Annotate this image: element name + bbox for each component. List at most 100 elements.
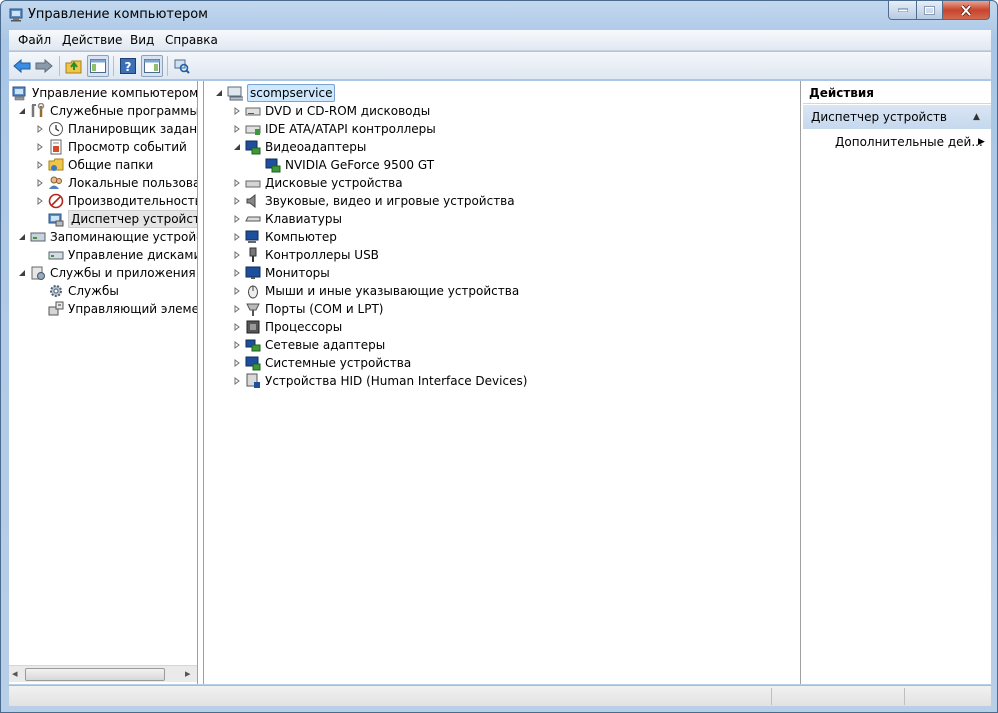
close-button[interactable] xyxy=(942,1,990,20)
menu-action[interactable]: Действие xyxy=(62,33,122,47)
tree-item-performance[interactable]: Производительность xyxy=(35,192,197,210)
minimize-button[interactable] xyxy=(888,1,917,20)
device-item-nvidia[interactable]: NVIDIA GeForce 9500 GT xyxy=(252,156,434,174)
device-category-network[interactable]: Сетевые адаптеры xyxy=(232,336,385,354)
tree-group-services-apps[interactable]: Службы и приложения xyxy=(17,264,196,282)
forward-arrow-icon[interactable] xyxy=(33,55,55,77)
device-host[interactable]: scompservice xyxy=(214,84,336,102)
collapse-arrow-icon[interactable] xyxy=(232,304,242,314)
display-adapter-icon xyxy=(265,157,281,173)
toolbar-separator xyxy=(113,56,114,76)
device-scan-icon[interactable] xyxy=(171,55,193,77)
collapse-arrow-icon[interactable] xyxy=(35,178,45,188)
tree-item-task-scheduler[interactable]: Планировщик заданий xyxy=(35,120,197,138)
device-category-ide[interactable]: IDE ATA/ATAPI контроллеры xyxy=(232,120,436,138)
device-category-label: Дисковые устройства xyxy=(265,176,403,190)
device-category-label: Порты (COM и LPT) xyxy=(265,302,384,316)
horizontal-scrollbar[interactable]: ◂ ▸ xyxy=(9,665,197,682)
tree-item-label: Управление дисками xyxy=(68,248,198,262)
wmi-control-icon xyxy=(48,301,64,317)
back-arrow-icon[interactable] xyxy=(11,55,33,77)
collapse-arrow-icon[interactable] xyxy=(232,286,242,296)
users-icon xyxy=(48,175,64,191)
device-category-sound[interactable]: Звуковые, видео и игровые устройства xyxy=(232,192,515,210)
collapse-arrow-icon[interactable] xyxy=(232,106,242,116)
tree-group-label: Запоминающие устройст xyxy=(50,230,198,244)
expand-arrow-icon[interactable] xyxy=(17,268,27,278)
collapse-arrow-icon[interactable] xyxy=(232,124,242,134)
computer-icon xyxy=(227,85,243,101)
tools-icon xyxy=(30,103,46,119)
scroll-left-icon[interactable]: ◂ xyxy=(12,667,18,680)
device-item-label: NVIDIA GeForce 9500 GT xyxy=(285,158,435,172)
tree-group-storage[interactable]: Запоминающие устройст xyxy=(17,228,198,246)
collapse-arrow-icon[interactable] xyxy=(232,376,242,386)
device-category-usb[interactable]: Контроллеры USB xyxy=(232,246,379,264)
menu-view[interactable]: Вид xyxy=(130,33,154,47)
device-category-label: DVD и CD-ROM дисководы xyxy=(265,104,431,118)
tree-item-device-manager[interactable]: Диспетчер устройств xyxy=(35,210,197,228)
collapse-arrow-icon[interactable] xyxy=(35,142,45,152)
tree-item-wmi-control[interactable]: Управляющий элемен xyxy=(35,300,197,318)
clock-icon xyxy=(48,121,64,137)
device-category-video[interactable]: Видеоадаптеры xyxy=(232,138,366,156)
device-category-hid[interactable]: Устройства HID (Human Interface Devices) xyxy=(232,372,527,390)
title-bar[interactable]: Управление компьютером xyxy=(1,1,997,29)
collapse-arrow-icon[interactable] xyxy=(232,322,242,332)
collapse-arrow-icon[interactable] xyxy=(232,232,242,242)
actions-section-device-manager[interactable]: Диспетчер устройств ▲ xyxy=(803,105,991,129)
device-category-ports[interactable]: Порты (COM и LPT) xyxy=(232,300,383,318)
device-category-system[interactable]: Системные устройства xyxy=(232,354,411,372)
expand-arrow-icon[interactable] xyxy=(17,232,27,242)
submenu-arrow-icon: ▶ xyxy=(978,137,985,147)
device-category-mice[interactable]: Мыши и иные указывающие устройства xyxy=(232,282,519,300)
performance-icon xyxy=(48,193,64,209)
tree-item-local-users[interactable]: Локальные пользовате xyxy=(35,174,197,192)
collapse-arrow-icon[interactable] xyxy=(35,196,45,206)
hid-icon xyxy=(245,373,261,389)
expand-arrow-icon[interactable] xyxy=(232,142,242,152)
tree-item-services[interactable]: Службы xyxy=(35,282,119,300)
navigation-tree[interactable]: Управление компьютером (л Служебные прог… xyxy=(9,81,198,684)
device-category-processors[interactable]: Процессоры xyxy=(232,318,342,336)
device-category-monitors[interactable]: Мониторы xyxy=(232,264,330,282)
collapse-arrow-icon[interactable] xyxy=(232,250,242,260)
menu-file[interactable]: Файл xyxy=(18,33,51,47)
event-log-icon xyxy=(48,139,64,155)
collapse-arrow-icon[interactable] xyxy=(35,160,45,170)
tree-item-shared-folders[interactable]: Общие папки xyxy=(35,156,153,174)
folder-up-icon[interactable] xyxy=(63,55,85,77)
collapse-arrow-icon[interactable] xyxy=(232,340,242,350)
tree-root[interactable]: Управление компьютером (л xyxy=(12,84,197,102)
collapse-up-icon[interactable]: ▲ xyxy=(973,105,980,129)
collapse-arrow-icon[interactable] xyxy=(232,358,242,368)
status-separator xyxy=(771,688,772,705)
processor-icon xyxy=(245,319,261,335)
more-actions-item[interactable]: Дополнительные дей... ▶ xyxy=(835,133,985,151)
collapse-arrow-icon[interactable] xyxy=(232,268,242,278)
tree-group-system-tools[interactable]: Служебные программы xyxy=(17,102,197,120)
scrollbar-thumb[interactable] xyxy=(25,668,165,681)
device-host-label: scompservice xyxy=(247,84,336,102)
menu-bar: Файл Действие Вид Справка xyxy=(9,30,991,51)
show-hide-tree-icon[interactable] xyxy=(87,55,109,77)
tree-item-disk-management[interactable]: Управление дисками xyxy=(35,246,198,264)
collapse-arrow-icon[interactable] xyxy=(232,214,242,224)
maximize-button[interactable] xyxy=(916,1,943,20)
collapse-arrow-icon[interactable] xyxy=(232,178,242,188)
expand-arrow-icon[interactable] xyxy=(17,106,27,116)
device-category-disks[interactable]: Дисковые устройства xyxy=(232,174,403,192)
device-category-keyboards[interactable]: Клавиатуры xyxy=(232,210,342,228)
collapse-arrow-icon[interactable] xyxy=(232,196,242,206)
tree-item-event-viewer[interactable]: Просмотр событий xyxy=(35,138,187,156)
device-category-computer[interactable]: Компьютер xyxy=(232,228,337,246)
device-category-dvd[interactable]: DVD и CD-ROM дисководы xyxy=(232,102,430,120)
help-icon[interactable]: ? xyxy=(117,55,139,77)
show-hide-action-pane-icon[interactable] xyxy=(141,55,163,77)
device-category-label: Устройства HID (Human Interface Devices) xyxy=(265,374,528,388)
scroll-right-icon[interactable]: ▸ xyxy=(185,667,191,680)
device-tree[interactable]: scompservice DVD и CD-ROM дисководы IDE … xyxy=(203,81,801,684)
expand-arrow-icon[interactable] xyxy=(214,88,224,98)
collapse-arrow-icon[interactable] xyxy=(35,124,45,134)
menu-help[interactable]: Справка xyxy=(165,33,218,47)
